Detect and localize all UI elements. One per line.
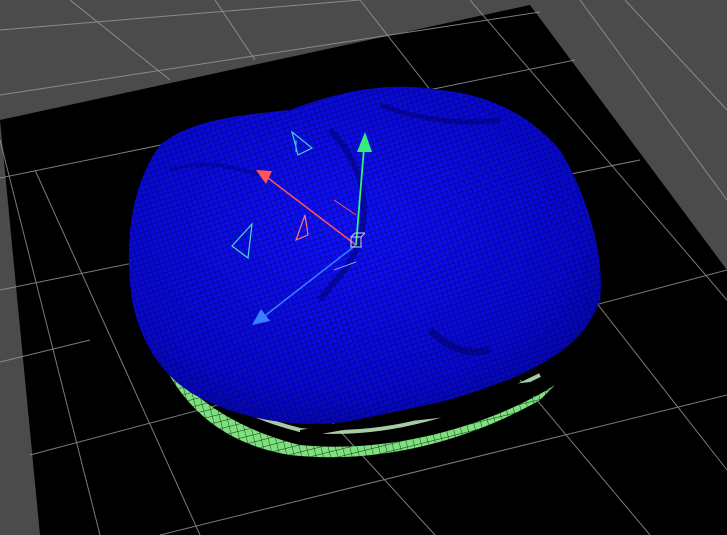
viewport-scene[interactable] bbox=[0, 0, 727, 535]
3d-viewport[interactable] bbox=[0, 0, 727, 535]
